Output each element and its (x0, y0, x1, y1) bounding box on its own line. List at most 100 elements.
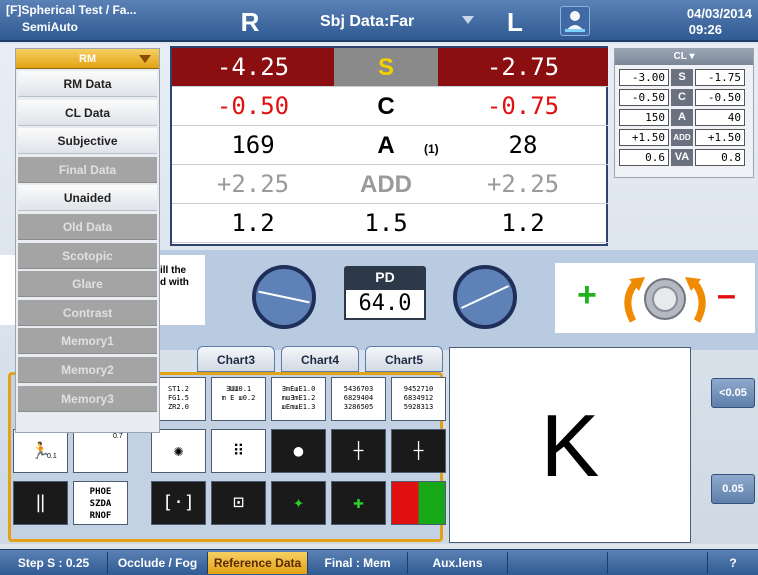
chart-line: 5436703 (343, 385, 374, 393)
box-chart-icon[interactable]: ⊡ (211, 481, 266, 525)
rx-left-value[interactable]: +2.25 (438, 165, 608, 204)
menu-item-rm-data[interactable]: RM Data (18, 71, 157, 97)
tab-chart4[interactable]: Chart4 (281, 346, 359, 372)
menu-item-old-data: Old Data (18, 214, 157, 240)
duochrome-chart-icon[interactable] (391, 481, 446, 525)
menu-item-cl-data[interactable]: CL Data (18, 99, 157, 126)
rx-row-label[interactable]: C (334, 87, 438, 126)
rx-right-value[interactable]: +2.25 (172, 165, 334, 204)
chart-line: 6829404 (343, 394, 374, 402)
prescription-table: -4.25 S -2.75 -0.50 C -0.75 169 A 28 (1) +2.25 ADD +… (170, 46, 608, 246)
tab-chart5[interactable]: Chart5 (365, 346, 443, 372)
cl-left-value: +1.50 (695, 129, 745, 146)
parallel-lines-chart-icon[interactable]: ‖ (13, 481, 68, 525)
data-source-menu: RM RM Data CL Data Subjective Final Data Una… (15, 48, 160, 433)
toolbar-button[interactable]: Step S : 0.25 (0, 552, 108, 574)
menu-item-subjective[interactable]: Subjective (18, 128, 157, 155)
mode-selector[interactable]: Sbj Data:Far (300, 6, 460, 38)
fog-control: + – (555, 263, 755, 333)
letter-chart[interactable]: ƎШШ0.1 m E ш0.2 (211, 377, 266, 421)
chart-line: mшƎmE1.2 (281, 394, 316, 402)
va-step-button[interactable]: 0.05 (711, 474, 755, 504)
rx-left-value[interactable]: 1.2 (438, 204, 608, 243)
dot-chart-icon[interactable]: ● (271, 429, 326, 473)
info-text-line2: d with (160, 277, 189, 288)
chevron-down-icon[interactable] (462, 16, 474, 24)
cl-left-value: 40 (695, 109, 745, 126)
menu-item-memory2: Memory2 (18, 357, 157, 383)
chevron-down-icon[interactable] (139, 55, 151, 63)
cross-dot-chart-icon[interactable]: ┼ (391, 429, 446, 473)
letter-grid-chart[interactable]: PHOE SZDA RNOF (73, 481, 128, 525)
bracket-chart-icon[interactable]: [·] (151, 481, 206, 525)
cl-row-label: S (671, 69, 693, 86)
chart-line: 5928313 (403, 403, 434, 411)
info-text-line1: ill the (160, 265, 187, 276)
toolbar-button[interactable] (508, 552, 608, 574)
letter-chart[interactable]: ƎmEшE1.0 mшƎmE1.2 шEmшE1.3 (271, 377, 326, 421)
cl-row-label: ADD (671, 129, 693, 146)
rx-row-label[interactable]: 1.5 (334, 204, 438, 243)
minus-icon[interactable]: – (717, 275, 736, 315)
menu-item-glare: Glare (18, 271, 157, 298)
cl-right-value: -0.50 (619, 89, 669, 106)
chart-size-label: 0.1 (47, 453, 57, 460)
rx-row-label[interactable]: A (334, 126, 438, 165)
clock-chart-icon[interactable]: ✺ (151, 429, 206, 473)
chart-line: 6834912 (403, 394, 434, 402)
cl-right-value: -3.00 (619, 69, 669, 86)
test-title: [F]Spherical Test / Fa... (6, 3, 137, 17)
toolbar-button[interactable]: Final : Mem (308, 552, 408, 574)
menu-item-scotopic: Scotopic (18, 242, 157, 269)
right-lens-icon[interactable] (252, 265, 316, 329)
toolbar-button[interactable] (608, 552, 708, 574)
rx-left-value[interactable]: -0.75 (438, 87, 608, 126)
menu-item-contrast: Contrast (18, 299, 157, 326)
pd-value[interactable]: 64.0 (344, 288, 426, 320)
right-eye-label[interactable]: R (215, 6, 285, 38)
menu-item-unaided[interactable]: Unaided (18, 185, 157, 212)
chart-size-label: 0.7 (113, 433, 123, 440)
rx-right-value[interactable]: -4.25 (172, 48, 334, 87)
toolbar-button[interactable]: ? (708, 552, 758, 574)
user-icon[interactable] (560, 6, 590, 36)
va-less-button[interactable]: <0.05 (711, 378, 755, 408)
red-green-dots-chart-icon[interactable]: ✦ (271, 481, 326, 525)
rx-row-label[interactable]: S (334, 48, 438, 87)
left-lens-icon[interactable] (453, 265, 517, 329)
cl-panel-header[interactable]: CL ▾ (615, 49, 753, 65)
toolbar-button[interactable]: Aux.lens (408, 552, 508, 574)
chart-line: 9452710 (403, 385, 434, 393)
info-text: ill the d with (160, 265, 189, 289)
rx-row-label[interactable]: ADD (334, 165, 438, 204)
rx-right-value[interactable]: 1.2 (172, 204, 334, 243)
plus-icon[interactable]: + (577, 275, 597, 315)
rx-left-value[interactable]: 28 (438, 126, 608, 165)
tab-chart3[interactable]: Chart3 (197, 346, 275, 372)
letter-chart[interactable]: 9452710 6834912 5928313 (391, 377, 446, 421)
toolbar-button[interactable]: Reference Data (208, 552, 308, 574)
menu-item-memory1: Memory1 (18, 328, 157, 355)
cl-right-value: 0.6 (619, 149, 669, 166)
rx-left-value[interactable]: -2.75 (438, 48, 608, 87)
date: 04/03/2014 (686, 6, 752, 21)
red-green-cross-chart-icon[interactable]: ✚ (331, 481, 386, 525)
child-chart-icon[interactable]: 🏃 (13, 429, 68, 473)
chart-line: ƎШШ0.1 (225, 385, 252, 393)
letter-chart[interactable]: 5436703 6829404 3286505 (331, 377, 386, 421)
rx-right-value[interactable]: -0.50 (172, 87, 334, 126)
chart-line: RNOF (89, 511, 112, 521)
cl-left-value: 0.8 (695, 149, 745, 166)
cl-row-label: C (671, 89, 693, 106)
cl-left-value: -1.75 (695, 69, 745, 86)
pd-label: PD (344, 266, 426, 288)
dots-chart-icon[interactable]: ⠿ (211, 429, 266, 473)
rx-right-value[interactable]: 169 (172, 126, 334, 165)
cross-chart-icon[interactable]: ┼ (331, 429, 386, 473)
menu-header[interactable]: RM (16, 49, 159, 69)
date-time: 04/03/2014 09:26 (640, 6, 752, 38)
rotate-icon[interactable] (615, 271, 715, 327)
left-eye-label[interactable]: L (480, 6, 550, 38)
toolbar-button[interactable]: Occlude / Fog (108, 552, 208, 574)
cl-right-value: +1.50 (619, 129, 669, 146)
